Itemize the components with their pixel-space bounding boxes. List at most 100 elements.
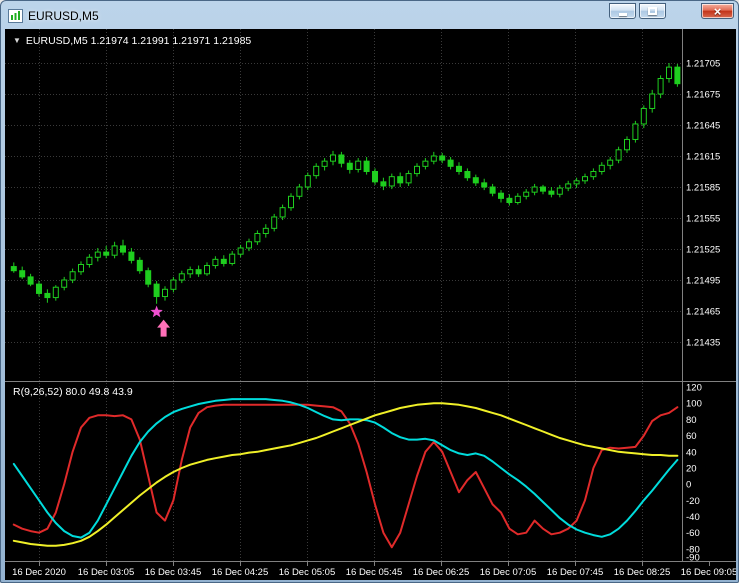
bull-candle xyxy=(573,180,580,185)
bull-candle xyxy=(615,149,622,161)
bear-candle xyxy=(447,159,454,167)
window-controls: × xyxy=(609,3,734,19)
bull-candle xyxy=(162,288,168,298)
bull-candle xyxy=(246,241,252,249)
bull-candle xyxy=(212,258,219,267)
bear-candle xyxy=(346,162,353,170)
bear-candle xyxy=(363,160,370,172)
indicator-label: R(9,26,52) 80.0 49.8 43.9 xyxy=(13,386,133,398)
bull-candle xyxy=(565,183,572,189)
bear-candle xyxy=(372,171,378,183)
bull-candle xyxy=(582,176,588,182)
bear-candle xyxy=(380,181,387,187)
bull-candle xyxy=(598,164,605,173)
bull-candle xyxy=(321,160,328,167)
bull-candle xyxy=(414,165,420,175)
bull-candle xyxy=(304,175,311,188)
bull-candle xyxy=(556,187,563,195)
bear-candle xyxy=(36,283,42,294)
bear-candle xyxy=(136,259,143,272)
bull-candle xyxy=(624,138,630,151)
close-icon: × xyxy=(713,3,722,19)
bull-candle xyxy=(590,171,597,178)
bear-candle xyxy=(481,182,488,188)
bear-candle xyxy=(19,270,26,278)
bull-candle xyxy=(405,173,412,184)
bear-candle xyxy=(674,66,681,85)
bear-candle xyxy=(498,192,504,199)
bull-candle xyxy=(523,191,530,197)
bull-candle xyxy=(111,245,118,256)
bear-candle xyxy=(464,171,471,179)
bull-candle xyxy=(86,256,93,265)
bull-candle xyxy=(355,160,362,170)
bear-candle xyxy=(145,270,152,285)
indicator-axis[interactable] xyxy=(683,383,736,561)
bull-candle xyxy=(288,195,294,209)
bull-candle xyxy=(262,227,269,234)
bull-candle xyxy=(178,273,185,281)
bear-candle xyxy=(439,155,446,161)
bull-candle xyxy=(607,159,614,166)
bull-candle xyxy=(254,233,261,243)
bear-candle xyxy=(540,186,546,192)
bull-candle xyxy=(649,93,656,109)
bear-candle xyxy=(397,176,404,184)
bear-candle xyxy=(548,190,555,195)
bull-candle xyxy=(657,78,664,95)
buy-signal-arrow-icon xyxy=(157,319,171,337)
bear-candle xyxy=(489,186,496,194)
chart-window-icon xyxy=(8,9,23,23)
bull-candle xyxy=(330,154,336,162)
time-axis[interactable] xyxy=(5,562,736,580)
bull-candle xyxy=(296,186,303,197)
chart-window: EURUSD,M5 × 1.217051.216751.216451.21615… xyxy=(0,0,739,583)
bull-candle xyxy=(271,216,278,229)
bull-candle xyxy=(170,279,177,290)
bear-candle xyxy=(153,283,160,298)
maximize-icon xyxy=(648,7,657,15)
bear-candle xyxy=(103,251,110,256)
bear-candle xyxy=(456,165,462,172)
bear-candle xyxy=(10,266,17,272)
bear-candle xyxy=(44,292,51,299)
chart-canvas[interactable]: 1.217051.216751.216451.216151.215851.215… xyxy=(5,29,736,580)
window-title: EURUSD,M5 xyxy=(28,9,99,23)
chart-area[interactable]: 1.217051.216751.216451.216151.215851.215… xyxy=(5,29,736,580)
bull-candle xyxy=(187,269,194,275)
bull-candle xyxy=(430,155,437,162)
minimize-icon xyxy=(618,12,627,16)
triangle-down-icon: ▼ xyxy=(13,36,21,45)
bull-candle xyxy=(313,165,320,177)
bear-candle xyxy=(195,269,202,275)
minimize-button[interactable] xyxy=(609,3,636,19)
bull-candle xyxy=(640,107,647,125)
bull-candle xyxy=(94,251,101,258)
bull-candle xyxy=(52,286,59,299)
bull-candle xyxy=(204,265,210,275)
chart-ohlc-header: ▼ EURUSD,M5 1.21974 1.21991 1.21971 1.21… xyxy=(13,35,251,47)
close-button[interactable]: × xyxy=(701,3,734,19)
bull-candle xyxy=(422,160,429,167)
bull-candle xyxy=(666,66,672,79)
bull-candle xyxy=(237,247,244,255)
bull-candle xyxy=(61,279,68,288)
maximize-button[interactable] xyxy=(639,3,666,19)
bear-candle xyxy=(338,154,345,164)
bear-candle xyxy=(120,245,126,253)
price-axis[interactable] xyxy=(683,29,736,381)
ohlc-text: EURUSD,M5 1.21974 1.21991 1.21971 1.2198… xyxy=(25,35,252,47)
bull-candle xyxy=(388,176,395,187)
bear-candle xyxy=(506,197,513,204)
buy-signal-star-icon xyxy=(150,305,163,318)
bull-candle xyxy=(279,207,286,218)
bear-candle xyxy=(220,258,227,264)
bear-candle xyxy=(27,276,34,285)
bull-candle xyxy=(69,271,76,281)
bear-candle xyxy=(128,251,135,261)
yellow-line xyxy=(12,402,679,547)
bull-candle xyxy=(229,253,236,264)
bull-candle xyxy=(531,186,538,193)
bear-candle xyxy=(472,177,479,184)
bull-candle xyxy=(514,195,521,204)
